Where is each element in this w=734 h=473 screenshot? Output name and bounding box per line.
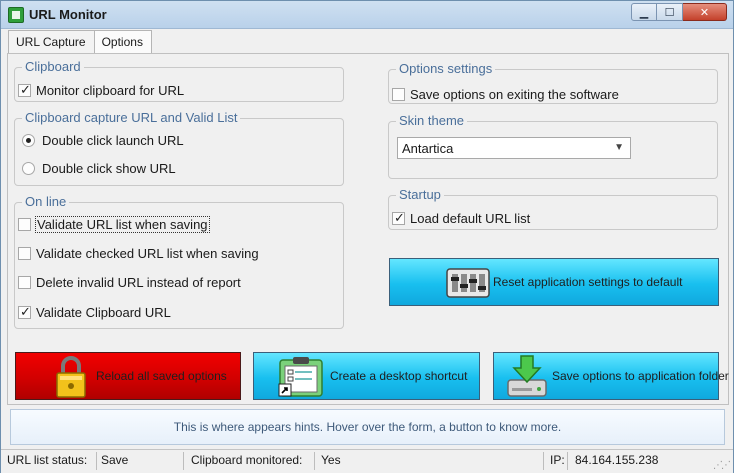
checkbox-box[interactable] xyxy=(18,276,31,289)
clipboard-shortcut-icon xyxy=(278,357,323,397)
validate-url-list-label: Validate URL list when saving xyxy=(35,216,210,233)
checkbox-box[interactable] xyxy=(18,247,31,260)
validate-checked-list-label: Validate checked URL list when saving xyxy=(36,246,259,261)
app-window: URL Monitor ▁ ☐ ✕ URL Capture Options Cl… xyxy=(0,0,734,473)
online-group: On line Validate URL list when saving Va… xyxy=(14,194,344,329)
status-separator xyxy=(543,452,544,470)
load-default-list-label: Load default URL list xyxy=(410,211,531,226)
app-icon xyxy=(8,7,24,23)
checkbox-box[interactable] xyxy=(18,304,31,320)
save-on-exit-checkbox[interactable]: Save options on exiting the software xyxy=(392,87,619,102)
clipboard-group-title: Clipboard xyxy=(22,59,84,74)
radio-dot[interactable] xyxy=(22,162,35,175)
reset-settings-button[interactable]: Reset application settings to default xyxy=(389,258,719,306)
validate-checked-list-checkbox[interactable]: Validate checked URL list when saving xyxy=(18,246,259,261)
skin-theme-select[interactable]: Antartica ▼ xyxy=(397,137,631,159)
validate-clipboard-url-checkbox[interactable]: Validate Clipboard URL xyxy=(18,304,171,320)
clipboard-monitored-value: Yes xyxy=(321,453,341,467)
close-button[interactable]: ✕ xyxy=(683,3,727,21)
lock-icon xyxy=(56,356,86,398)
validate-clipboard-url-label: Validate Clipboard URL xyxy=(36,305,171,320)
skin-theme-group: Skin theme Antartica ▼ xyxy=(388,113,718,179)
create-shortcut-button[interactable]: Create a desktop shortcut xyxy=(253,352,480,400)
tab-options[interactable]: Options xyxy=(93,30,152,54)
monitor-clipboard-checkbox[interactable]: Monitor clipboard for URL xyxy=(18,82,185,98)
minimize-icon: ▁ xyxy=(639,6,649,19)
download-drive-icon xyxy=(507,355,547,397)
ip-value: 84.164.155.238 xyxy=(575,453,659,467)
hint-bar: This is where appears hints. Hover over … xyxy=(10,409,725,445)
startup-group: Startup Load default URL list xyxy=(388,187,718,230)
delete-invalid-url-checkbox[interactable]: Delete invalid URL instead of report xyxy=(18,275,241,290)
radio-launch-url[interactable]: Double click launch URL xyxy=(22,133,184,148)
status-separator xyxy=(183,452,184,470)
window-title: URL Monitor xyxy=(29,7,107,22)
checkbox-box[interactable] xyxy=(18,218,31,231)
status-bar: URL list status: Save Clipboard monitore… xyxy=(1,449,733,473)
control-panel-icon xyxy=(446,268,490,298)
tab-strip: URL Capture Options xyxy=(8,30,152,54)
checkbox-box[interactable] xyxy=(392,210,405,226)
load-default-list-checkbox[interactable]: Load default URL list xyxy=(392,210,531,226)
capture-group-title: Clipboard capture URL and Valid List xyxy=(22,110,241,125)
url-list-status-value: Save xyxy=(101,453,129,467)
url-list-status-label: URL list status: xyxy=(7,453,88,467)
window-controls: ▁ ☐ ✕ xyxy=(631,3,727,23)
startup-title: Startup xyxy=(396,187,444,202)
chevron-down-icon[interactable]: ▼ xyxy=(614,142,624,153)
save-options-label: Save options to application folder xyxy=(552,369,729,383)
validate-url-list-checkbox[interactable]: Validate URL list when saving xyxy=(18,216,210,233)
status-separator xyxy=(96,452,97,470)
delete-invalid-url-label: Delete invalid URL instead of report xyxy=(36,275,241,290)
radio-show-url[interactable]: Double click show URL xyxy=(22,161,176,176)
monitor-clipboard-label: Monitor clipboard for URL xyxy=(36,83,185,98)
radio-show-url-label: Double click show URL xyxy=(42,161,176,176)
checkbox-box[interactable] xyxy=(18,82,31,98)
online-group-title: On line xyxy=(22,194,70,209)
create-shortcut-label: Create a desktop shortcut xyxy=(330,369,468,383)
status-separator xyxy=(567,452,568,470)
options-settings-title: Options settings xyxy=(396,61,496,76)
capture-group: Clipboard capture URL and Valid List Dou… xyxy=(14,110,344,186)
maximize-icon: ☐ xyxy=(664,6,675,19)
tab-url-capture[interactable]: URL Capture xyxy=(8,30,95,53)
resize-grip-icon[interactable]: ⋰⋰ xyxy=(713,460,731,471)
options-settings-group: Options settings Save options on exiting… xyxy=(388,61,718,104)
checkbox-box[interactable] xyxy=(392,88,405,101)
status-separator xyxy=(314,452,315,470)
close-icon: ✕ xyxy=(699,6,710,19)
reload-options-label: Reload all saved options xyxy=(96,369,227,383)
skin-theme-title: Skin theme xyxy=(396,113,468,128)
skin-theme-value: Antartica xyxy=(402,141,454,156)
maximize-button[interactable]: ☐ xyxy=(657,3,683,21)
clipboard-monitored-label: Clipboard monitored: xyxy=(191,453,303,467)
reset-settings-label: Reset application settings to default xyxy=(493,275,683,289)
save-on-exit-label: Save options on exiting the software xyxy=(410,87,619,102)
radio-dot[interactable] xyxy=(22,134,35,147)
clipboard-group: Clipboard Monitor clipboard for URL xyxy=(14,59,344,102)
save-options-button[interactable]: Save options to application folder xyxy=(493,352,729,400)
hint-text: This is where appears hints. Hover over … xyxy=(173,420,562,434)
minimize-button[interactable]: ▁ xyxy=(631,3,657,21)
reload-options-button[interactable]: Reload all saved options xyxy=(15,352,241,400)
radio-launch-url-label: Double click launch URL xyxy=(42,133,184,148)
ip-label: IP: xyxy=(550,453,565,467)
title-bar[interactable]: URL Monitor ▁ ☐ ✕ xyxy=(1,1,733,29)
